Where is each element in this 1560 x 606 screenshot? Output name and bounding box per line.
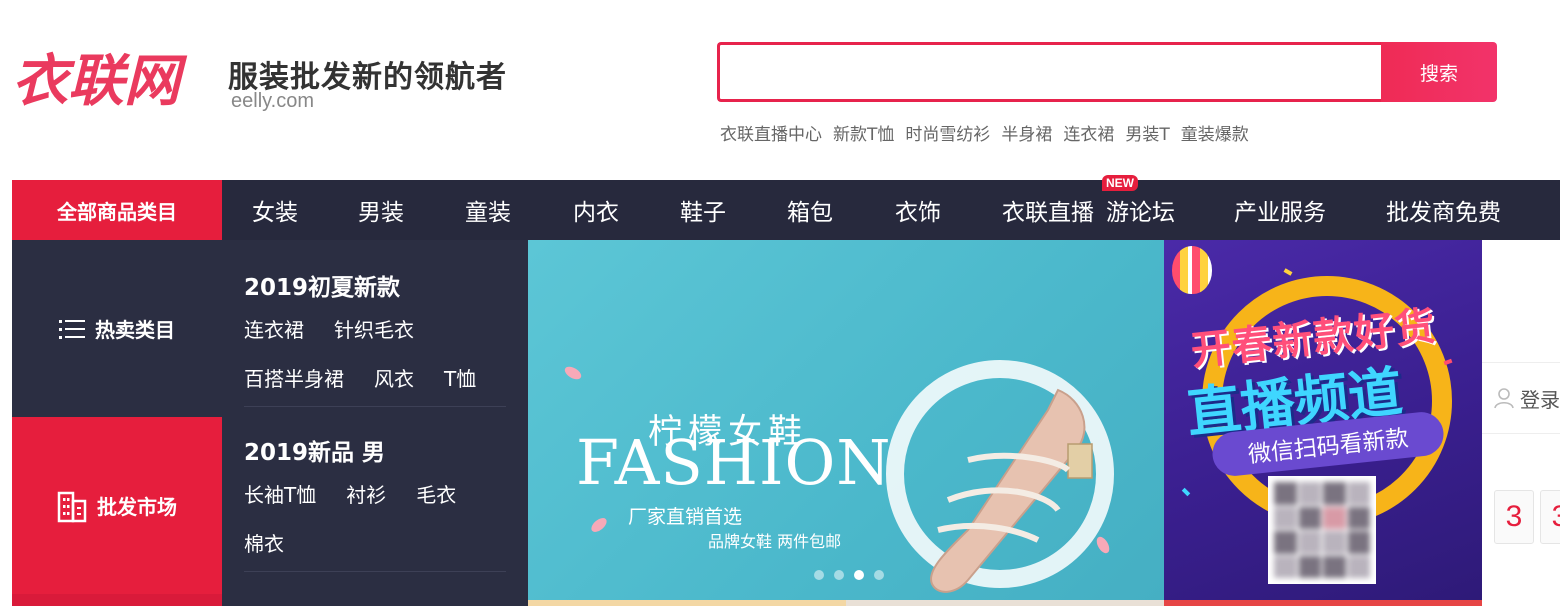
nav-item-women[interactable]: 女装 bbox=[252, 193, 298, 227]
submenu-group-title[interactable]: 2019初夏新款 bbox=[244, 268, 506, 302]
nav-item-label: 游论坛 bbox=[1106, 200, 1175, 226]
nav-item-accessories[interactable]: 衣饰 bbox=[895, 193, 941, 227]
qr-code[interactable] bbox=[1268, 476, 1376, 584]
new-badge: NEW bbox=[1102, 175, 1138, 191]
eelly-logo[interactable]: 衣联网 bbox=[12, 38, 212, 118]
submenu-link[interactable]: 棉衣 bbox=[244, 528, 284, 557]
live-channel-banner[interactable]: 开春新款好货 直播频道 微信扫码看新款 bbox=[1164, 240, 1482, 600]
submenu-link[interactable]: 衬衫 bbox=[346, 479, 386, 508]
submenu-links: 长袖T恤 衬衫 毛衣 棉衣 bbox=[244, 479, 506, 557]
hot-link[interactable]: 半身裙 bbox=[1001, 120, 1052, 145]
submenu-links: 连衣裙 针织毛衣 百搭半身裙 风衣 T恤 bbox=[244, 314, 506, 392]
banner-subtitle-2: 品牌女鞋 两件包邮 bbox=[708, 532, 842, 551]
nav-item-label: 衣饰 bbox=[895, 200, 941, 226]
hot-link[interactable]: 连衣裙 bbox=[1063, 120, 1114, 145]
search-bar: 搜索 bbox=[717, 42, 1497, 102]
user-icon bbox=[1494, 388, 1514, 409]
carousel-dots bbox=[814, 570, 884, 580]
submenu-link[interactable]: 百搭半身裙 bbox=[244, 363, 344, 392]
nav-item-industry[interactable]: 产业服务 bbox=[1234, 193, 1326, 227]
page: 衣联网 服装批发新的领航者 eelly.com 搜索 衣联直播中心 新款T恤 时… bbox=[0, 0, 1560, 606]
nav-item-forum[interactable]: 游论坛 bbox=[1106, 193, 1175, 227]
sidebar-item-label: 热卖类目 bbox=[95, 318, 175, 342]
nav-item-wholesale-free[interactable]: 批发商免费 bbox=[1386, 193, 1501, 227]
sidebar-item-wholesale-market[interactable]: 批发市场 bbox=[12, 417, 222, 594]
carousel-dot[interactable] bbox=[814, 570, 824, 580]
nav-item-live[interactable]: 衣联直播 NEW bbox=[1002, 175, 1138, 227]
nav-item-label: 童装 bbox=[465, 200, 511, 226]
nav-item-underwear[interactable]: 内衣 bbox=[573, 193, 619, 227]
banner-title-en: FASHION bbox=[576, 426, 892, 499]
nav-item-label: 产业服务 bbox=[1234, 200, 1326, 226]
nav-item-label: 箱包 bbox=[787, 200, 833, 226]
hot-link[interactable]: 男装T bbox=[1125, 120, 1169, 145]
submenu-group: 2019新品 男 长袖T恤 衬衫 毛衣 棉衣 bbox=[244, 433, 506, 572]
submenu-group: 2019初夏新款 连衣裙 针织毛衣 百搭半身裙 风衣 T恤 bbox=[244, 268, 506, 407]
submenu-link[interactable]: 毛衣 bbox=[416, 479, 456, 508]
category-sidebar: 热卖类目 批发市场 bbox=[12, 240, 222, 606]
petal-decoration bbox=[588, 515, 610, 535]
sidebar-item-hot-categories[interactable]: 热卖类目 bbox=[12, 240, 222, 417]
hot-search-links: 衣联直播中心 新款T恤 时尚雪纺衫 半身裙 连衣裙 男装T 童装爆款 bbox=[720, 120, 1249, 145]
submenu-link[interactable]: 针织毛衣 bbox=[334, 314, 414, 343]
balloon-icon bbox=[1172, 246, 1212, 294]
search-input[interactable] bbox=[717, 42, 1381, 102]
petal-decoration bbox=[562, 364, 584, 382]
carousel-dot[interactable] bbox=[834, 570, 844, 580]
login-link[interactable]: 登录 bbox=[1482, 362, 1560, 434]
carousel-dot-active[interactable] bbox=[854, 570, 864, 580]
confetti-decoration bbox=[1443, 358, 1453, 366]
banner-subtitle: 厂家直销首选 bbox=[628, 506, 743, 528]
submenu-link[interactable]: 连衣裙 bbox=[244, 314, 304, 343]
category-submenu: 2019初夏新款 连衣裙 针织毛衣 百搭半身裙 风衣 T恤 2019新品 男 长… bbox=[222, 240, 528, 606]
list-icon bbox=[59, 319, 85, 339]
nav-item-label: 内衣 bbox=[573, 200, 619, 226]
hot-link[interactable]: 新款T恤 bbox=[833, 120, 894, 145]
submenu-link[interactable]: 风衣 bbox=[374, 363, 414, 392]
confetti-decoration bbox=[1181, 487, 1191, 497]
nav-item-label: 女装 bbox=[252, 200, 298, 226]
login-label: 登录 bbox=[1520, 387, 1560, 412]
counter-digits: 3 3 bbox=[1494, 490, 1560, 544]
submenu-link[interactable]: 长袖T恤 bbox=[244, 479, 316, 508]
logo-text: 衣联网 bbox=[12, 48, 188, 114]
nav-item-label: 鞋子 bbox=[680, 200, 726, 226]
nav-item-shoes[interactable]: 鞋子 bbox=[680, 193, 726, 227]
product-strip bbox=[1164, 600, 1482, 606]
all-categories-button[interactable]: 全部商品类目 bbox=[12, 180, 222, 240]
nav-item-men[interactable]: 男装 bbox=[358, 193, 404, 227]
counter-digit: 3 bbox=[1540, 490, 1560, 544]
submenu-group-title[interactable]: 2019新品 男 bbox=[244, 433, 506, 467]
nav-item-label: 男装 bbox=[358, 200, 404, 226]
domain-text: eelly.com bbox=[231, 90, 314, 112]
hot-link[interactable]: 衣联直播中心 bbox=[720, 120, 822, 145]
hot-link[interactable]: 时尚雪纺衫 bbox=[905, 120, 990, 145]
hot-link[interactable]: 童装爆款 bbox=[1181, 120, 1249, 145]
search-button[interactable]: 搜索 bbox=[1381, 42, 1497, 102]
confetti-decoration bbox=[1283, 268, 1293, 276]
carousel-dot[interactable] bbox=[874, 570, 884, 580]
sidebar-item-label: 批发市场 bbox=[97, 495, 177, 519]
counter-digit: 3 bbox=[1494, 490, 1534, 544]
hero-banner[interactable]: 柠檬女鞋 FASHION 厂家直销首选 品牌女鞋 两件包邮 bbox=[528, 240, 1164, 600]
submenu-link[interactable]: T恤 bbox=[444, 363, 476, 392]
sandal-image bbox=[930, 388, 1093, 593]
nav-item-label: 批发商免费 bbox=[1386, 200, 1501, 226]
main-nav: 全部商品类目 女装 男装 童装 内衣 鞋子 箱包 衣饰 衣联直播 NEW 游论坛… bbox=[12, 175, 1560, 240]
building-icon bbox=[57, 491, 87, 522]
nav-item-bags[interactable]: 箱包 bbox=[787, 193, 833, 227]
product-strip bbox=[528, 600, 846, 606]
nav-item-kids[interactable]: 童装 bbox=[465, 193, 511, 227]
product-strip bbox=[846, 600, 1164, 606]
nav-item-label: 衣联直播 bbox=[1002, 200, 1094, 226]
sidebar-item-more[interactable] bbox=[12, 594, 222, 606]
